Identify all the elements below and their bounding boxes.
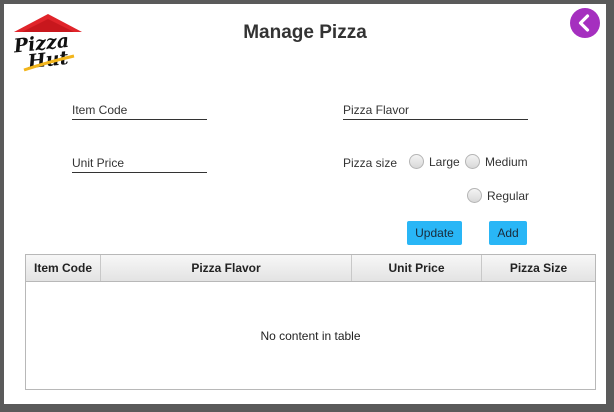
chevron-left-icon bbox=[578, 14, 590, 32]
column-header-pizza-size[interactable]: Pizza Size bbox=[482, 255, 595, 281]
radio-large-label: Large bbox=[429, 154, 460, 169]
radio-regular-circle[interactable] bbox=[467, 188, 482, 203]
pizza-flavor-field[interactable] bbox=[343, 101, 528, 120]
table-header: Item Code Pizza Flavor Unit Price Pizza … bbox=[26, 255, 595, 282]
back-button[interactable] bbox=[570, 8, 600, 38]
unit-price-field[interactable] bbox=[72, 154, 207, 173]
unit-price-input[interactable] bbox=[72, 154, 207, 172]
radio-medium-circle[interactable] bbox=[465, 154, 480, 169]
item-code-field[interactable] bbox=[72, 101, 207, 120]
column-header-pizza-flavor[interactable]: Pizza Flavor bbox=[101, 255, 352, 281]
column-header-unit-price[interactable]: Unit Price bbox=[352, 255, 482, 281]
table-empty-message: No content in table bbox=[260, 329, 361, 343]
manage-pizza-window: Pizza Hut Manage Pizza Pizza size Large … bbox=[4, 4, 606, 404]
add-button[interactable]: Add bbox=[489, 221, 527, 245]
column-header-item-code[interactable]: Item Code bbox=[26, 255, 101, 281]
page-title: Manage Pizza bbox=[243, 22, 367, 43]
pizza-size-label: Pizza size bbox=[343, 156, 398, 170]
pizza-table[interactable]: Item Code Pizza Flavor Unit Price Pizza … bbox=[25, 254, 596, 390]
radio-regular[interactable]: Regular bbox=[467, 188, 529, 203]
radio-regular-label: Regular bbox=[487, 188, 530, 203]
update-button[interactable]: Update bbox=[407, 221, 462, 245]
radio-large[interactable]: Large bbox=[409, 154, 460, 169]
pizza-flavor-input[interactable] bbox=[343, 101, 528, 119]
radio-medium-label: Medium bbox=[485, 154, 528, 169]
radio-medium[interactable]: Medium bbox=[465, 154, 528, 169]
item-code-input[interactable] bbox=[72, 101, 207, 119]
radio-large-circle[interactable] bbox=[409, 154, 424, 169]
